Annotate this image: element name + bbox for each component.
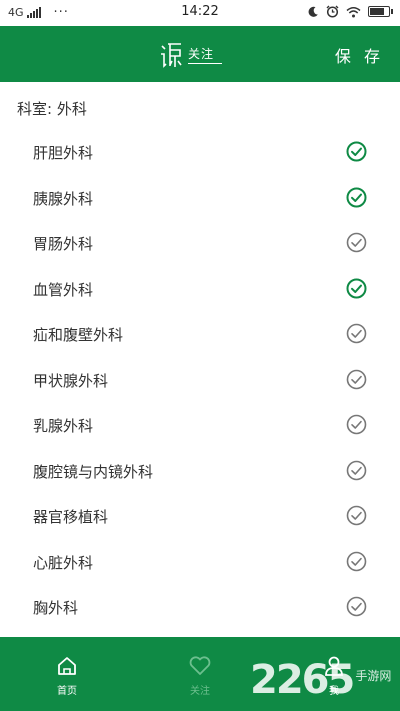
- specialty-label: 疝和腹壁外科: [33, 326, 124, 344]
- specialty-label: 胰腺外科: [33, 189, 94, 208]
- checked-circle-icon[interactable]: [346, 141, 367, 162]
- specialty-label: 乳腺外科: [33, 417, 94, 435]
- header-divider: [0, 82, 400, 85]
- specialty-row[interactable]: 肝胆外科: [0, 129, 400, 175]
- status-bar: 4G ··· 14:22: [0, 0, 400, 26]
- watermark: 2265 手游网: [250, 657, 391, 703]
- unchecked-circle-icon[interactable]: [346, 505, 367, 526]
- tab-follow-label: 关注: [190, 686, 210, 697]
- specialty-row[interactable]: 胸外科: [0, 584, 400, 630]
- status-right: [307, 5, 393, 18]
- battery-icon: [368, 6, 393, 17]
- logo-glyph-icon: [161, 43, 182, 68]
- unchecked-circle-icon[interactable]: [346, 232, 367, 253]
- specialty-row[interactable]: 胰腺外科: [0, 175, 400, 221]
- alarm-icon: [326, 5, 339, 18]
- specialty-label: 胸外科: [33, 599, 79, 617]
- watermark-number: 2265: [250, 657, 355, 703]
- wifi-icon: [346, 6, 361, 17]
- heart-icon: [189, 656, 211, 675]
- unchecked-circle-icon[interactable]: [346, 460, 367, 481]
- tab-home-label: 首页: [57, 686, 77, 697]
- specialty-label: 胃肠外科: [33, 235, 94, 253]
- specialty-label: 肝胆外科: [33, 144, 94, 162]
- specialty-row[interactable]: 甲状腺外科: [0, 357, 400, 403]
- specialty-row[interactable]: 器官移植科: [0, 493, 400, 539]
- specialty-label: 血管外科: [33, 280, 94, 299]
- logo-text: 关注: [188, 45, 223, 64]
- home-icon: [58, 657, 76, 675]
- specialty-label: 甲状腺外科: [33, 371, 109, 390]
- unchecked-circle-icon[interactable]: [346, 596, 367, 617]
- watermark-site: 手游网: [355, 668, 392, 683]
- checked-circle-icon[interactable]: [346, 187, 367, 208]
- specialty-label: 腹腔镜与内镜外科: [33, 462, 154, 481]
- tab-follow[interactable]: 关注: [170, 655, 230, 697]
- specialty-label: 心脏外科: [33, 553, 94, 572]
- app-header: 关注 保 存: [0, 26, 400, 82]
- logo: 关注: [160, 38, 223, 70]
- tab-home[interactable]: 首页: [37, 655, 97, 697]
- specialty-row[interactable]: 疝和腹壁外科: [0, 311, 400, 357]
- specialty-row[interactable]: 心脏外科: [0, 539, 400, 585]
- specialty-row[interactable]: 乳腺外科: [0, 402, 400, 448]
- specialty-label: 器官移植科: [33, 508, 109, 526]
- unchecked-circle-icon[interactable]: [346, 551, 367, 572]
- specialty-list: 肝胆外科胰腺外科胃肠外科血管外科疝和腹壁外科 甲状腺外科乳腺外科腹腔镜与内镜外科器…: [0, 129, 400, 630]
- specialty-row[interactable]: 腹腔镜与内镜外科: [0, 448, 400, 494]
- unchecked-circle-icon[interactable]: [346, 323, 367, 344]
- department-label: 科室: 外科: [17, 100, 87, 118]
- unchecked-circle-icon[interactable]: [346, 369, 367, 390]
- save-button[interactable]: 保 存: [335, 43, 384, 67]
- unchecked-circle-icon[interactable]: [346, 414, 367, 435]
- checked-circle-icon[interactable]: [346, 278, 367, 299]
- moon-icon: [308, 6, 318, 17]
- specialty-row[interactable]: 胃肠外科: [0, 220, 400, 266]
- specialty-row[interactable]: 血管外科: [0, 266, 400, 312]
